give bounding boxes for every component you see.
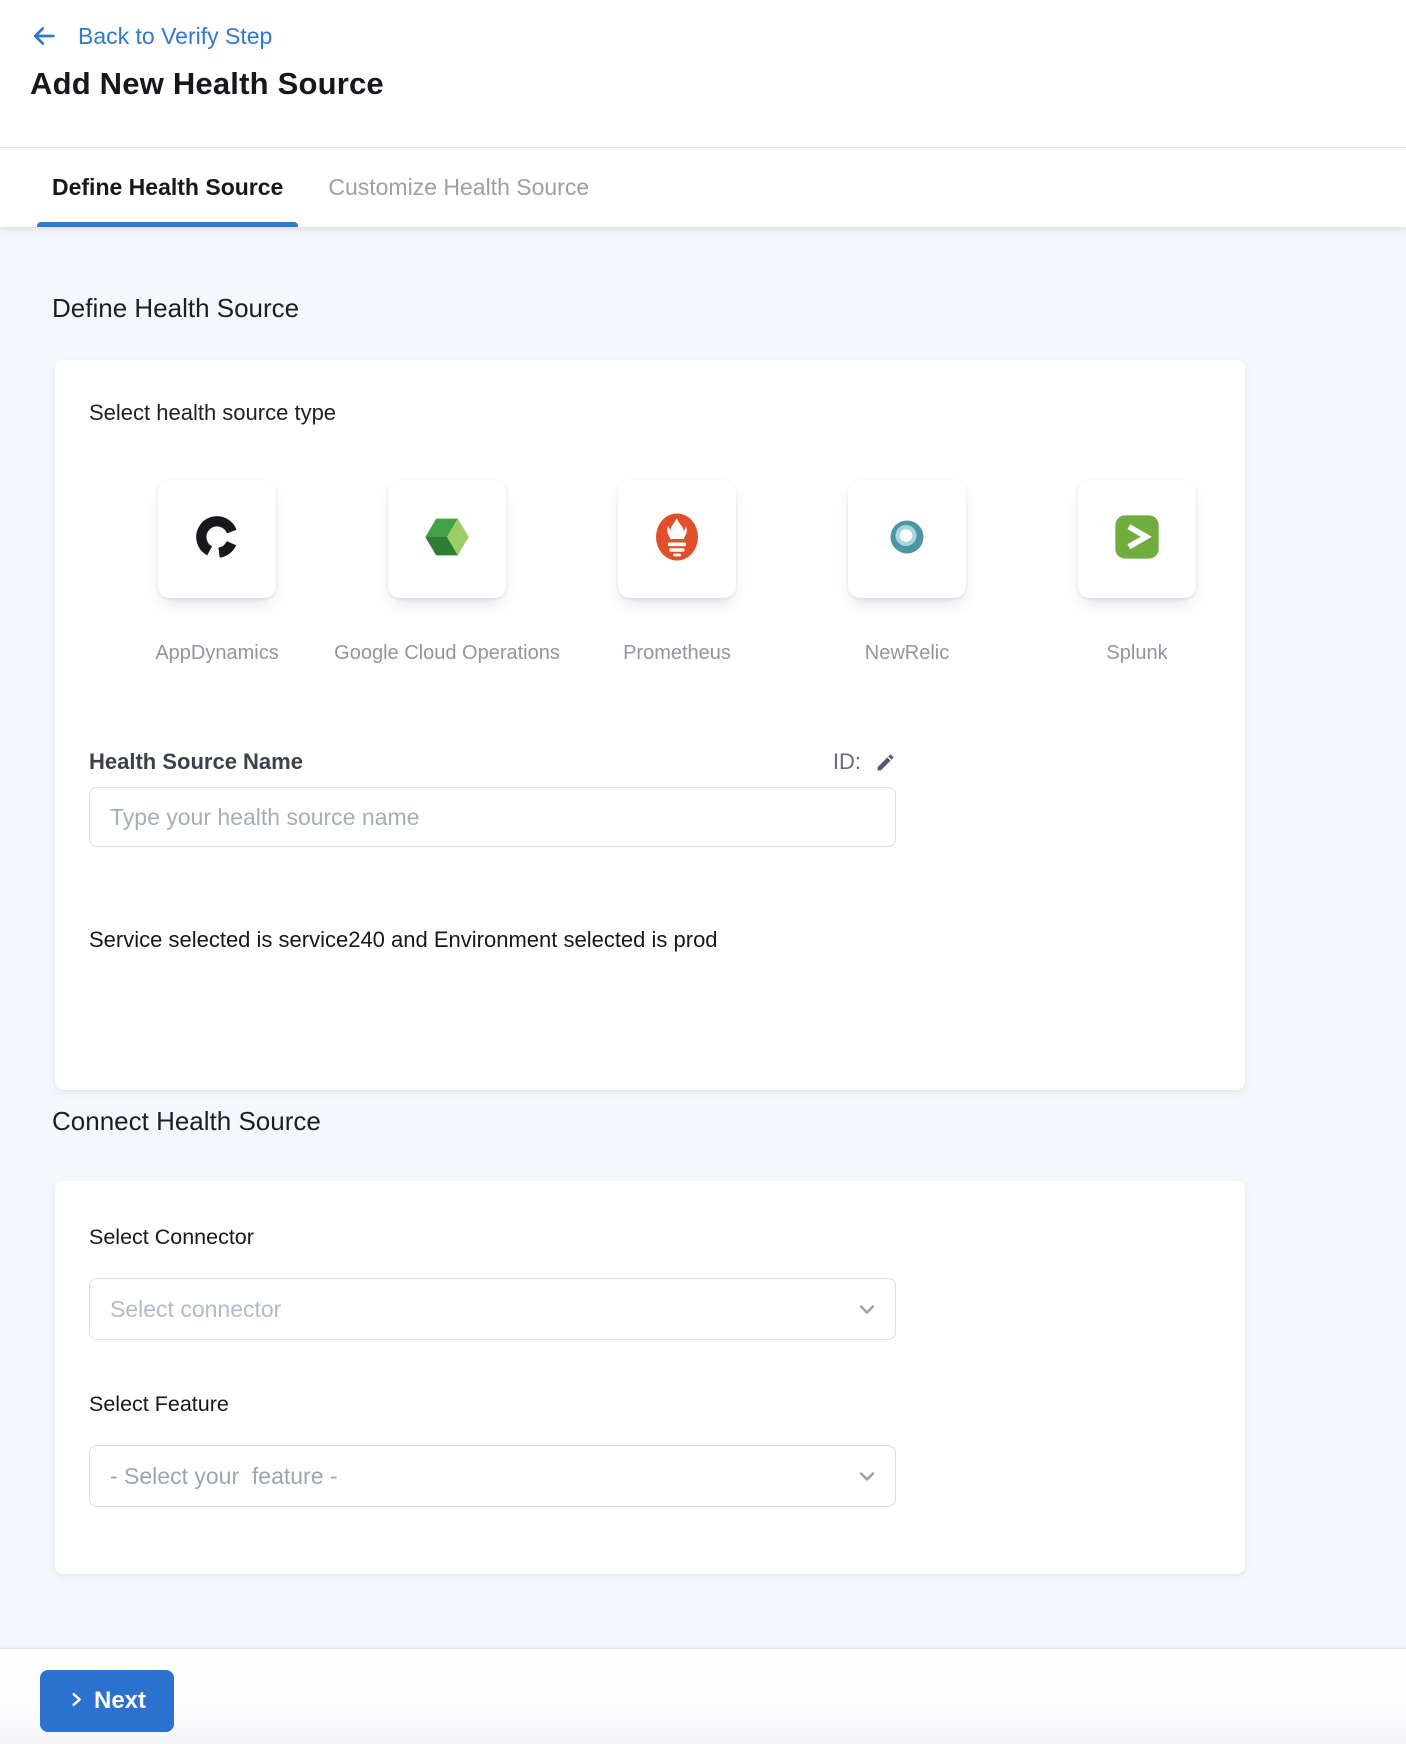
source-type-label: Google Cloud Operations [334, 642, 560, 665]
page-header: Back to Verify Step Add New Health Sourc… [0, 0, 1406, 148]
id-label: ID: [833, 749, 861, 775]
page-title: Add New Health Source [30, 66, 1406, 102]
splunk-tile[interactable] [1078, 480, 1196, 598]
select-feature-label: Select Feature [89, 1392, 1211, 1417]
appdynamics-icon [191, 511, 243, 568]
newrelic-icon [883, 513, 931, 566]
tab-label: Customize Health Source [328, 174, 589, 201]
source-type-tiles: AppDynamics Google Cloud Operations [158, 480, 1211, 665]
tab-bar: Define Health Source Customize Health So… [0, 148, 1406, 227]
tab-define-health-source[interactable]: Define Health Source [37, 148, 298, 227]
feature-select-value: - Select your feature - [110, 1463, 338, 1490]
footer-bar: Next [0, 1648, 1406, 1744]
connector-select[interactable]: Select connector [89, 1278, 896, 1340]
next-button[interactable]: Next [40, 1670, 174, 1732]
appdynamics-tile[interactable] [158, 480, 276, 598]
source-type-newrelic: NewRelic [848, 480, 966, 665]
health-source-name-input[interactable] [89, 787, 896, 847]
source-type-label: Splunk [1106, 642, 1167, 665]
main-content: Define Health Source Select health sourc… [0, 227, 1406, 1648]
google-cloud-operations-icon [421, 511, 473, 568]
splunk-icon [1111, 511, 1163, 568]
source-type-label: AppDynamics [155, 642, 278, 665]
page: Back to Verify Step Add New Health Sourc… [0, 0, 1406, 1744]
define-section-heading: Define Health Source [0, 227, 1406, 324]
next-button-label: Next [94, 1687, 146, 1715]
feature-select[interactable]: - Select your feature - [89, 1445, 896, 1507]
define-health-source-card: Select health source type AppDynamics [55, 360, 1245, 1090]
tab-label: Define Health Source [52, 174, 283, 201]
source-type-google-cloud-operations: Google Cloud Operations [388, 480, 506, 665]
prometheus-icon [653, 511, 701, 568]
back-link-label: Back to Verify Step [78, 23, 272, 50]
next-chevron-icon [68, 1687, 85, 1715]
back-arrow-icon [30, 22, 58, 50]
chevron-down-icon [855, 1297, 879, 1321]
source-type-appdynamics: AppDynamics [158, 480, 276, 665]
source-type-label: Prometheus [623, 642, 731, 665]
connect-health-source-card: Select Connector Select connector Select… [55, 1181, 1245, 1574]
tab-customize-health-source[interactable]: Customize Health Source [313, 148, 604, 227]
connect-section-heading: Connect Health Source [0, 1090, 1406, 1137]
chevron-down-icon [855, 1464, 879, 1488]
connector-select-value: Select connector [110, 1296, 281, 1323]
health-source-name-label: Health Source Name [89, 749, 303, 775]
id-wrap: ID: [833, 749, 896, 775]
select-connector-label: Select Connector [89, 1225, 1211, 1250]
service-environment-note: Service selected is service240 and Envir… [89, 927, 1211, 953]
google-cloud-operations-tile[interactable] [388, 480, 506, 598]
prometheus-tile[interactable] [618, 480, 736, 598]
edit-pencil-icon[interactable] [875, 752, 896, 773]
source-type-label: NewRelic [865, 642, 949, 665]
back-link[interactable]: Back to Verify Step [30, 22, 272, 50]
newrelic-tile[interactable] [848, 480, 966, 598]
source-type-splunk: Splunk [1078, 480, 1196, 665]
source-type-prometheus: Prometheus [618, 480, 736, 665]
health-source-name-row: Health Source Name ID: [89, 749, 896, 775]
select-type-label: Select health source type [89, 400, 1211, 426]
